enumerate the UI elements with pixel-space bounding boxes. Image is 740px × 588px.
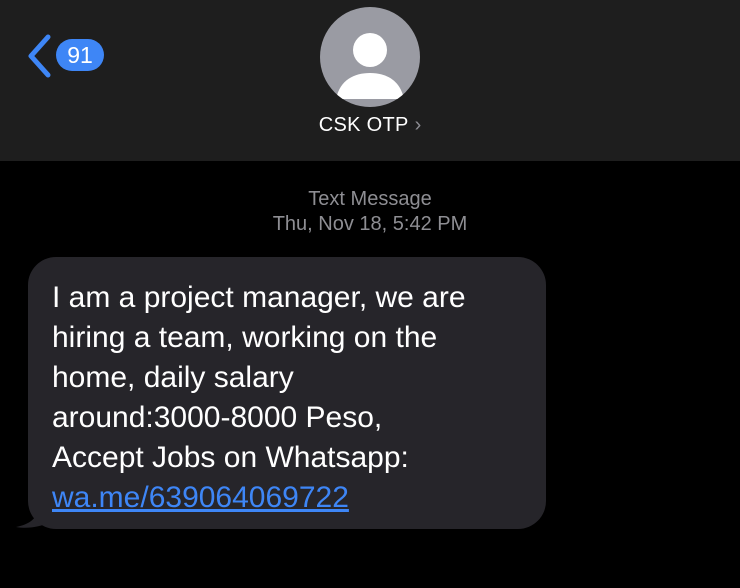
- contact-name-button[interactable]: CSK OTP ›: [0, 114, 740, 137]
- back-button[interactable]: 91: [26, 34, 116, 78]
- message-line: hiring a team, working on the: [52, 321, 438, 354]
- chevron-right-icon: ›: [414, 114, 422, 136]
- message-line: home, daily salary: [52, 361, 294, 394]
- avatar[interactable]: [320, 7, 420, 107]
- whatsapp-link[interactable]: wa.me/639064069722: [52, 481, 349, 514]
- message-line: I am a project manager, we are: [52, 281, 466, 314]
- message-type-label: Text Message: [308, 188, 432, 210]
- message-bubble[interactable]: I am a project manager, we are hiring a …: [28, 257, 546, 529]
- conversation-header: 91 CSK OTP ›: [0, 0, 740, 161]
- chevron-left-icon: [28, 34, 51, 78]
- contact-name: CSK OTP: [318, 114, 409, 136]
- person-silhouette-icon: [336, 33, 404, 99]
- unread-count-badge: 91: [56, 39, 104, 71]
- message-timestamp: Thu, Nov 18, 5:42 PM: [272, 213, 468, 235]
- message-line: Accept Jobs on Whatsapp:: [52, 441, 409, 474]
- message-line: around:3000-8000 Peso,: [52, 401, 383, 434]
